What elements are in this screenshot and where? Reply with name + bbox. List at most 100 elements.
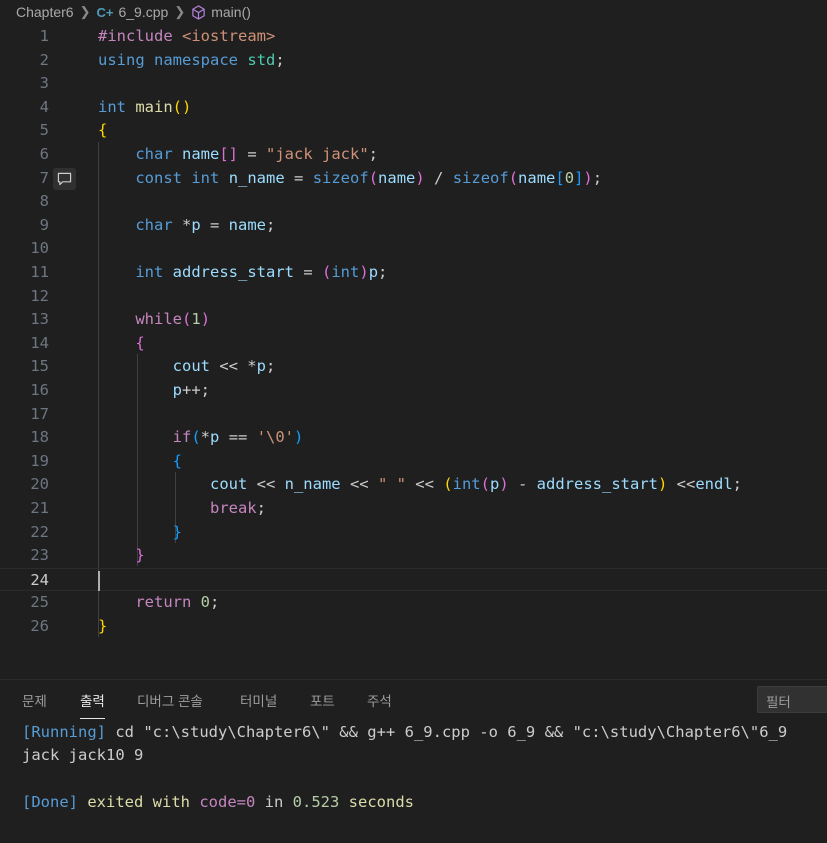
code-line[interactable]: 16 p++;	[0, 379, 827, 403]
code-line[interactable]: 14 {	[0, 332, 827, 356]
code-line[interactable]: 12	[0, 285, 827, 309]
line-number: 7	[39, 168, 49, 187]
code-text: {	[172, 451, 182, 470]
code-line[interactable]: 18 if(*p == '\0')	[0, 426, 827, 450]
output-running-line: [Running] cd "c:\study\Chapter6\" && g++…	[22, 721, 787, 744]
filter-input[interactable]: 필터	[757, 686, 827, 713]
line-number: 24	[30, 570, 49, 589]
line-number: 14	[30, 333, 49, 352]
code-line[interactable]: 15 cout << *p;	[0, 355, 827, 379]
code-text: while(1)	[135, 310, 211, 329]
tab-terminal[interactable]: 터미널	[240, 690, 277, 710]
code-text: cout << *p;	[172, 357, 276, 376]
code-text: const int n_name = sizeof(name) / sizeof…	[135, 168, 603, 187]
code-text: break;	[209, 499, 266, 517]
code-text: {	[135, 333, 145, 352]
line-number: 6	[39, 145, 49, 163]
code-line[interactable]: 10	[0, 237, 827, 261]
line-number: 21	[30, 499, 49, 517]
code-line[interactable]: 23 }	[0, 544, 827, 568]
line-number: 22	[30, 522, 49, 541]
line-number: 23	[30, 546, 49, 565]
code-line[interactable]: 22 }	[0, 521, 827, 545]
code-line[interactable]: 1 #include <iostream>	[0, 25, 827, 49]
line-number: 15	[30, 357, 49, 376]
symbol-method-icon	[191, 4, 206, 20]
code-text: {	[98, 121, 108, 140]
bottom-panel: 문제 출력 디버그 콘솔 터미널 포트 주석 필터 [Running] cd "…	[0, 679, 827, 843]
line-number: 19	[30, 451, 49, 470]
elapsed-seconds: 0.523	[292, 793, 340, 811]
code-line-current[interactable]: 24	[0, 567, 827, 592]
exit-code: code=0	[199, 793, 256, 811]
line-number: 2	[39, 50, 49, 69]
line-number: 3	[39, 74, 49, 93]
code-line[interactable]: 26 }	[0, 615, 827, 639]
code-text: p++;	[172, 381, 210, 399]
code-line[interactable]: 17	[0, 403, 827, 427]
chevron-right-icon: ❯	[174, 4, 186, 19]
in-label: in	[255, 793, 293, 811]
breadcrumb-symbol[interactable]: main()	[211, 4, 251, 20]
code-text: cout << n_name << " " << (int(p) - addre…	[209, 475, 743, 494]
breadcrumb-folder[interactable]: Chapter6	[16, 4, 74, 20]
line-number: 1	[39, 27, 49, 45]
output-done-line: [Done] exited with code=0 in 0.523 secon…	[22, 791, 414, 814]
code-line[interactable]: 2 using namespace std;	[0, 49, 827, 73]
code-editor[interactable]: 1 #include <iostream> 2 using namespace …	[0, 24, 827, 659]
code-text: char *p = name;	[135, 215, 276, 234]
code-line[interactable]: 4 int main()	[0, 96, 827, 120]
line-number: 13	[30, 310, 49, 329]
line-number: 20	[30, 475, 49, 494]
panel-tabs: 문제 출력 디버그 콘솔 터미널 포트 주석 필터	[0, 680, 827, 719]
line-number: 18	[30, 428, 49, 447]
code-line[interactable]: 11 int address_start = (int)p;	[0, 261, 827, 285]
tab-ports[interactable]: 포트	[310, 690, 335, 710]
text-cursor	[98, 570, 100, 591]
code-line[interactable]: 7 const int n_name = sizeof(name) / size…	[0, 167, 827, 191]
done-tag: [Done]	[22, 793, 78, 811]
code-line[interactable]: 9 char *p = name;	[0, 214, 827, 238]
line-number: 16	[30, 381, 49, 399]
line-number: 8	[39, 192, 49, 211]
tab-comments[interactable]: 주석	[367, 690, 392, 710]
seconds-label: seconds	[339, 793, 414, 811]
code-text: return 0;	[135, 593, 220, 612]
exited-with-label: exited with	[78, 793, 200, 811]
comment-icon[interactable]	[53, 167, 76, 190]
code-text: int address_start = (int)p;	[135, 263, 388, 281]
chevron-right-icon: ❯	[79, 4, 91, 19]
line-number: 4	[39, 97, 49, 116]
line-number: 11	[30, 263, 49, 281]
cpp-file-icon: C+	[96, 4, 114, 20]
code-line[interactable]: 8	[0, 190, 827, 214]
breadcrumb: Chapter6 ❯ C+ 6_9.cpp ❯ main()	[0, 0, 827, 24]
code-line[interactable]: 19 {	[0, 450, 827, 474]
code-line[interactable]: 6 char name[] = "jack jack";	[0, 143, 827, 167]
code-text: }	[98, 617, 108, 635]
code-text: int main()	[98, 97, 192, 116]
tab-output[interactable]: 출력	[80, 690, 105, 719]
line-number: 26	[30, 617, 49, 635]
line-number: 9	[39, 215, 49, 234]
code-line[interactable]: 20 cout << n_name << " " << (int(p) - ad…	[0, 473, 827, 497]
code-text: if(*p == '\0')	[172, 428, 304, 447]
running-tag: [Running]	[22, 723, 106, 741]
code-text: }	[172, 522, 182, 541]
line-number: 25	[30, 593, 49, 612]
code-text: char name[] = "jack jack";	[135, 145, 378, 163]
tab-problems[interactable]: 문제	[22, 690, 47, 710]
tab-debug-console[interactable]: 디버그 콘솔	[137, 690, 203, 710]
line-number: 17	[30, 404, 49, 423]
code-line[interactable]: 25 return 0;	[0, 591, 827, 615]
code-line[interactable]: 13 while(1)	[0, 308, 827, 332]
code-line[interactable]: 5 {	[0, 119, 827, 143]
code-text: }	[135, 546, 145, 565]
running-command: cd "c:\study\Chapter6\" && g++ 6_9.cpp -…	[106, 723, 788, 741]
line-number: 12	[30, 286, 49, 305]
code-text: using namespace std;	[98, 50, 285, 69]
program-output: jack jack10 9	[22, 746, 144, 764]
code-line[interactable]: 3	[0, 72, 827, 96]
code-line[interactable]: 21 break;	[0, 497, 827, 521]
breadcrumb-file[interactable]: 6_9.cpp	[118, 4, 168, 20]
